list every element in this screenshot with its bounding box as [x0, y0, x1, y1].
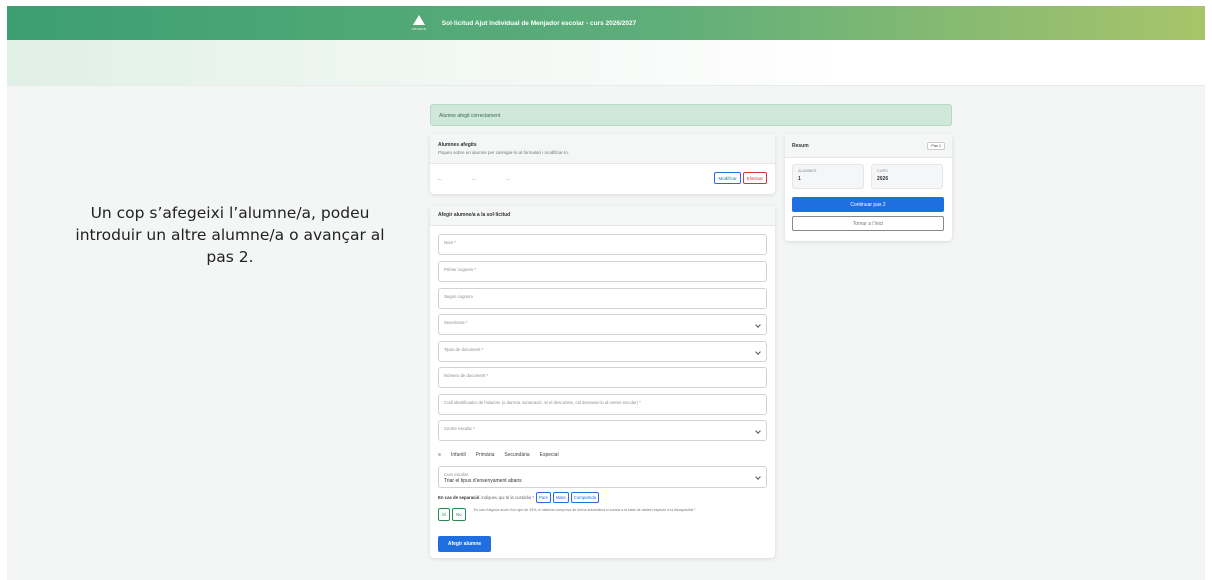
- delete-student-button[interactable]: Eliminar: [742, 172, 767, 184]
- students-count-stat: ALUMNES 1: [792, 164, 864, 189]
- add-student-form-card: Afegir alumne/a a la sol·licitud Nom * P…: [430, 206, 775, 558]
- school-select-label: Centre escolar *: [444, 426, 475, 431]
- add-student-button[interactable]: Afegir alumne: [438, 536, 491, 552]
- add-student-form-title: Afegir alumne/a a la sol·licitud: [438, 212, 511, 218]
- summary-title: Resum: [792, 142, 809, 149]
- disability-yes-button[interactable]: Sí: [438, 508, 451, 521]
- radio-dot-icon[interactable]: [438, 453, 441, 456]
- school-select[interactable]: Centre escolar *: [438, 420, 767, 441]
- selected-student-row[interactable]: ... ... ... Modificar Eliminar: [430, 164, 775, 192]
- first-surname-input[interactable]: Primer cognom *: [438, 261, 767, 282]
- chevron-down-icon: [755, 349, 761, 355]
- selected-students-title: Alumnes afegits: [438, 142, 477, 148]
- back-to-start-button[interactable]: Tornar a l’inici: [792, 216, 944, 231]
- instructions-text: Un cop s’afegeixi l’alumne/a, podeu intr…: [75, 204, 385, 266]
- app-logo[interactable]: nexaria: [406, 15, 432, 31]
- custody-label: En cas de separació: [438, 495, 480, 500]
- course-stat-value: 2026: [877, 176, 889, 182]
- add-student-form-header: Afegir alumne/a a la sol·licitud: [430, 206, 775, 226]
- sex-select-label: Sexe/nena *: [444, 320, 468, 325]
- education-stage-options: Infantil Primària Secundària Especial: [438, 452, 559, 458]
- summary-header: Resum Pas 1: [785, 134, 952, 158]
- sex-select[interactable]: Sexe/nena *: [438, 314, 767, 335]
- sub-header-bar: [7, 40, 1205, 86]
- selected-students-subtitle: Piqueu sobre un alumne per carregar-lo a…: [438, 150, 570, 155]
- document-number-input[interactable]: Número de document *: [438, 367, 767, 388]
- success-alert: Alumne afegit correctament: [430, 104, 952, 126]
- custody-shared-button[interactable]: Compartida: [570, 492, 599, 503]
- chevron-down-icon: [755, 428, 761, 434]
- student-surname-cell: ...: [472, 175, 476, 181]
- page-header-title: Sol·licitud Ajut Individual de Menjador …: [441, 19, 637, 27]
- document-type-label: Tipus de document *: [444, 347, 484, 352]
- document-type-select[interactable]: Tipus de document *: [438, 341, 767, 362]
- students-count-label: ALUMNES: [798, 169, 817, 173]
- logo-text: nexaria: [411, 26, 427, 31]
- stage-option-especial[interactable]: Especial: [540, 452, 559, 458]
- selected-students-card: Alumnes afegits Piqueu sobre un alumne p…: [430, 134, 775, 194]
- summary-card: Resum Pas 1 ALUMNES 1 CURS 2026 Continua…: [785, 134, 952, 241]
- course-select[interactable]: Curs escolar Triar el tipus d’ensenyamen…: [438, 466, 767, 488]
- disability-row: Sí No En cas d’alguna acció d’un ajut de…: [438, 508, 754, 521]
- stage-option-secundaria[interactable]: Secundària: [504, 452, 529, 458]
- stage-option-primaria[interactable]: Primària: [476, 452, 495, 458]
- course-stat-label: CURS: [877, 169, 888, 173]
- custody-hint: indiqueu qui té la custòdia *: [481, 495, 534, 500]
- selected-students-header: Alumnes afegits Piqueu sobre un alumne p…: [430, 134, 775, 164]
- course-select-label: Curs escolar: [444, 472, 469, 477]
- custody-father-button[interactable]: Pare: [535, 492, 551, 503]
- chevron-down-icon: [755, 322, 761, 328]
- students-count-value: 1: [798, 176, 801, 182]
- stage-option-infantil[interactable]: Infantil: [451, 452, 466, 458]
- first-name-input[interactable]: Nom *: [438, 234, 767, 255]
- disability-text: En cas d’alguna acció d’un ajut de 33%, …: [473, 508, 696, 512]
- top-header-bar: nexaria Sol·licitud Ajut Individual de M…: [7, 6, 1205, 40]
- custody-row: En cas de separació indiqueu qui té la c…: [438, 492, 599, 503]
- continue-step2-button[interactable]: Continuar pas 2: [792, 197, 944, 212]
- student-surname2-cell: ...: [506, 175, 510, 181]
- second-surname-input[interactable]: Segon cognom: [438, 288, 767, 309]
- custody-mother-button[interactable]: Mare: [552, 492, 569, 503]
- header-branding: nexaria Sol·licitud Ajut Individual de M…: [406, 15, 636, 31]
- modify-student-button[interactable]: Modificar: [714, 172, 741, 184]
- student-id-input[interactable]: Codi identificador de l’alumne (o darrer…: [438, 394, 767, 415]
- student-row-actions: Modificar Eliminar: [714, 172, 767, 184]
- summary-step-button[interactable]: Pas 1: [927, 141, 945, 150]
- logo-triangle-icon: [412, 15, 425, 25]
- course-stat: CURS 2026: [871, 164, 943, 189]
- course-select-value: Triar el tipus d’ensenyament abans: [444, 478, 522, 484]
- student-name-cell: ...: [438, 175, 442, 181]
- disability-no-button[interactable]: No: [452, 508, 466, 521]
